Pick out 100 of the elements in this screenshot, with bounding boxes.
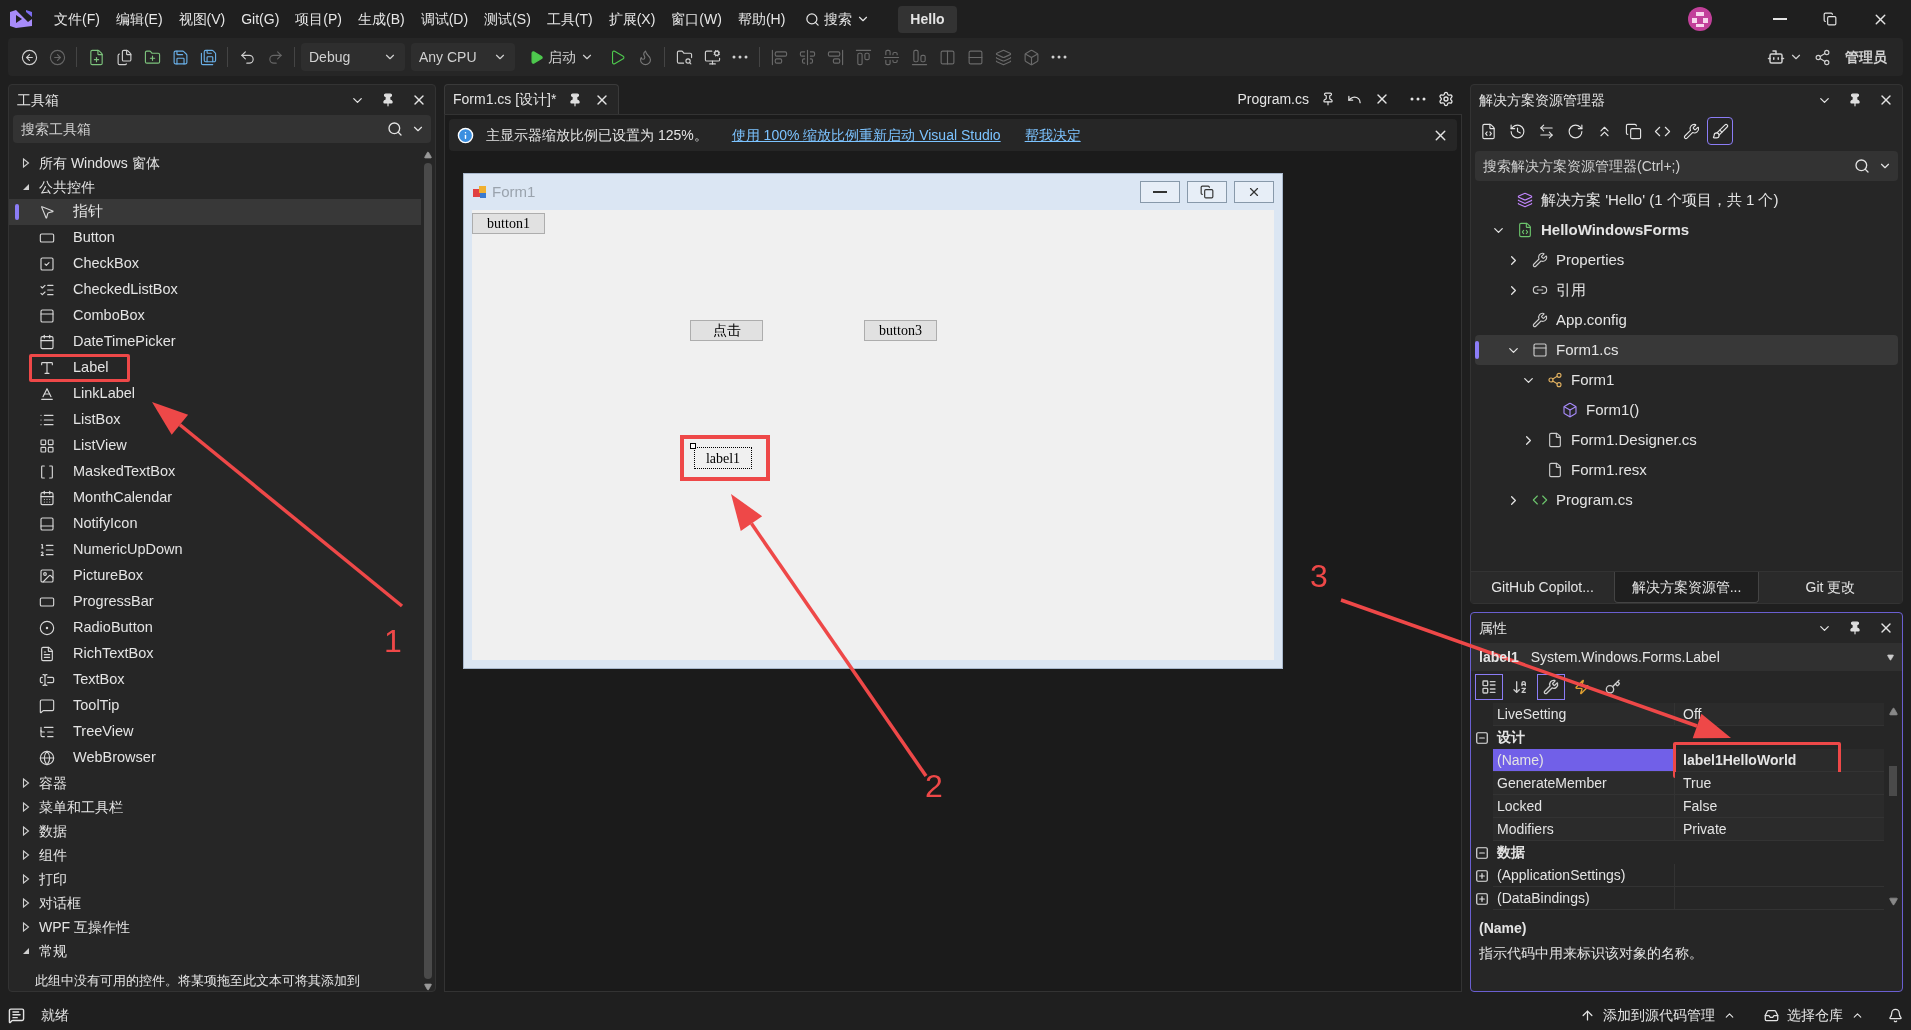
collapsed-triangle-icon[interactable] bbox=[21, 158, 31, 168]
toolbox-item[interactable]: CheckBox bbox=[9, 251, 421, 277]
toolbox-item[interactable]: 指针 bbox=[9, 199, 421, 225]
collapsed-triangle-icon[interactable] bbox=[21, 826, 31, 836]
toolbox-item[interactable]: PictureBox bbox=[9, 563, 421, 589]
property-name[interactable]: GenerateMember bbox=[1493, 772, 1675, 795]
toolbox-category[interactable]: 菜单和工具栏 bbox=[9, 795, 421, 819]
toolbox-item[interactable]: TextBox bbox=[9, 667, 421, 693]
collapsed-triangle-icon[interactable] bbox=[21, 874, 31, 884]
toolbox-item[interactable]: TreeView bbox=[9, 719, 421, 745]
property-value[interactable]: False bbox=[1675, 795, 1884, 817]
pin-icon[interactable] bbox=[568, 92, 583, 107]
menu-item[interactable]: 项目(P) bbox=[287, 8, 350, 30]
form-button[interactable]: button1 bbox=[472, 213, 545, 234]
more-icon[interactable] bbox=[1410, 97, 1426, 101]
menu-item[interactable]: 窗口(W) bbox=[663, 8, 730, 30]
toolbox-item[interactable]: DateTimePicker bbox=[9, 329, 421, 355]
property-name[interactable]: (Name) bbox=[1493, 749, 1675, 772]
platform-dropdown[interactable]: Any CPU bbox=[411, 43, 515, 71]
scroll-down-icon[interactable] bbox=[424, 983, 432, 991]
property-name[interactable]: Modifiers bbox=[1493, 818, 1675, 841]
property-name[interactable]: LiveSetting bbox=[1493, 703, 1675, 726]
toolbox-item[interactable]: Button bbox=[9, 225, 421, 251]
start-button[interactable]: 启动 bbox=[521, 43, 602, 71]
toolbox-category[interactable]: 常规 bbox=[9, 939, 421, 963]
toolbox-item[interactable]: WebBrowser bbox=[9, 745, 421, 771]
maximize-button[interactable] bbox=[1187, 181, 1227, 203]
editor-tab[interactable]: Form1.cs [设计]* bbox=[444, 84, 620, 114]
panel-tab[interactable]: GitHub Copilot... bbox=[1471, 572, 1614, 603]
info-link[interactable]: 使用 100% 缩放比例重新启动 Visual Studio bbox=[731, 124, 1001, 146]
collapsed-triangle-icon[interactable] bbox=[21, 922, 31, 932]
selection-handle[interactable] bbox=[690, 443, 696, 449]
panel-tab[interactable]: 解决方案资源管... bbox=[1614, 572, 1759, 603]
toolbox-item[interactable]: ListBox bbox=[9, 407, 421, 433]
menu-item[interactable]: 文件(F) bbox=[46, 8, 108, 30]
toolbox-item[interactable]: CheckedListBox bbox=[9, 277, 421, 303]
expand-icon[interactable] bbox=[1475, 891, 1489, 906]
categorized-button[interactable] bbox=[1475, 674, 1503, 700]
toolbox-item[interactable]: MaskedTextBox bbox=[9, 459, 421, 485]
toolbox-item[interactable]: MonthCalendar bbox=[9, 485, 421, 511]
toolbox-item[interactable]: ListView bbox=[9, 433, 421, 459]
property-name[interactable]: Locked bbox=[1493, 795, 1675, 818]
tree-item[interactable]: 引用 bbox=[1475, 275, 1898, 305]
toolbox-item[interactable]: NotifyIcon bbox=[9, 511, 421, 537]
properties-button[interactable] bbox=[1537, 674, 1565, 700]
scroll-up-icon[interactable] bbox=[1888, 707, 1898, 716]
scrollbar-thumb[interactable] bbox=[1889, 766, 1897, 796]
property-value[interactable]: True bbox=[1675, 772, 1884, 794]
account-label[interactable]: 管理员 bbox=[1837, 46, 1895, 68]
toolbox-item[interactable]: ToolTip bbox=[9, 693, 421, 719]
settings-icon[interactable] bbox=[1438, 91, 1454, 107]
output-icon[interactable] bbox=[8, 1006, 25, 1024]
scroll-up-icon[interactable] bbox=[424, 151, 432, 159]
property-value[interactable]: Private bbox=[1675, 818, 1884, 840]
toolbox-category[interactable]: 公共控件 bbox=[9, 175, 421, 199]
property-name[interactable]: (ApplicationSettings) bbox=[1493, 864, 1675, 887]
menu-item[interactable]: 工具(T) bbox=[538, 8, 601, 30]
menu-item[interactable]: 测试(S) bbox=[476, 8, 539, 30]
toolbox-item[interactable]: Label bbox=[9, 355, 421, 381]
tree-item[interactable]: Form1 bbox=[1475, 365, 1898, 395]
tree-item[interactable]: Form1() bbox=[1475, 395, 1898, 425]
tree-item[interactable]: Form1.Designer.cs bbox=[1475, 425, 1898, 455]
menu-item[interactable]: 帮助(H) bbox=[729, 8, 794, 30]
pin-icon[interactable] bbox=[1848, 621, 1862, 635]
toolbox-category[interactable]: 对话框 bbox=[9, 891, 421, 915]
property-value[interactable]: label1HelloWorld bbox=[1675, 749, 1884, 771]
menu-item[interactable]: Git(G) bbox=[233, 8, 288, 30]
menu-item[interactable]: 生成(B) bbox=[350, 8, 413, 30]
collapsed-triangle-icon[interactable] bbox=[21, 850, 31, 860]
tree-item[interactable]: Form1.cs bbox=[1475, 335, 1898, 365]
pin-icon[interactable] bbox=[381, 93, 395, 107]
collapse-icon[interactable] bbox=[1475, 845, 1489, 860]
editor-tab[interactable]: Program.cs bbox=[1229, 84, 1398, 114]
search-field[interactable]: 搜索工具箱 bbox=[13, 115, 431, 143]
property-name[interactable]: (DataBindings) bbox=[1493, 887, 1675, 910]
collapse-icon[interactable] bbox=[1475, 730, 1489, 745]
menu-item[interactable]: 扩展(X) bbox=[600, 8, 664, 30]
form-button[interactable]: 点击 bbox=[690, 320, 763, 341]
tree-item[interactable]: HelloWindowsForms bbox=[1475, 215, 1898, 245]
form-label[interactable]: label1 bbox=[694, 447, 752, 469]
toolbox-category[interactable]: WPF 互操作性 bbox=[9, 915, 421, 939]
panel-tab[interactable]: Git 更改 bbox=[1759, 572, 1902, 603]
search-menu[interactable]: 搜索 bbox=[797, 8, 879, 30]
toolbox-category[interactable]: 所有 Windows 窗体 bbox=[9, 151, 421, 175]
avatar-icon[interactable] bbox=[1687, 6, 1713, 32]
toolbox-item[interactable]: ComboBox bbox=[9, 303, 421, 329]
form-button[interactable]: button3 bbox=[864, 320, 937, 341]
minimize-button[interactable] bbox=[1140, 181, 1180, 203]
source-control-button[interactable]: 添加到源代码管理 bbox=[1576, 1004, 1740, 1026]
notification-icon[interactable] bbox=[1888, 1007, 1903, 1023]
repository-button[interactable]: 选择仓库 bbox=[1760, 1004, 1868, 1026]
pin-icon[interactable] bbox=[1848, 93, 1862, 107]
configuration-dropdown[interactable]: Debug bbox=[301, 43, 405, 71]
toolbox-item[interactable]: LinkLabel bbox=[9, 381, 421, 407]
menu-item[interactable]: 调试(D) bbox=[412, 8, 477, 30]
collapsed-triangle-icon[interactable] bbox=[21, 898, 31, 908]
toolbox-category[interactable]: 打印 bbox=[9, 867, 421, 891]
tree-item[interactable]: 解决方案 'Hello' (1 个项目，共 1 个) bbox=[1475, 185, 1898, 215]
menu-item[interactable]: 编辑(E) bbox=[107, 8, 171, 30]
scrollbar[interactable] bbox=[421, 151, 435, 991]
